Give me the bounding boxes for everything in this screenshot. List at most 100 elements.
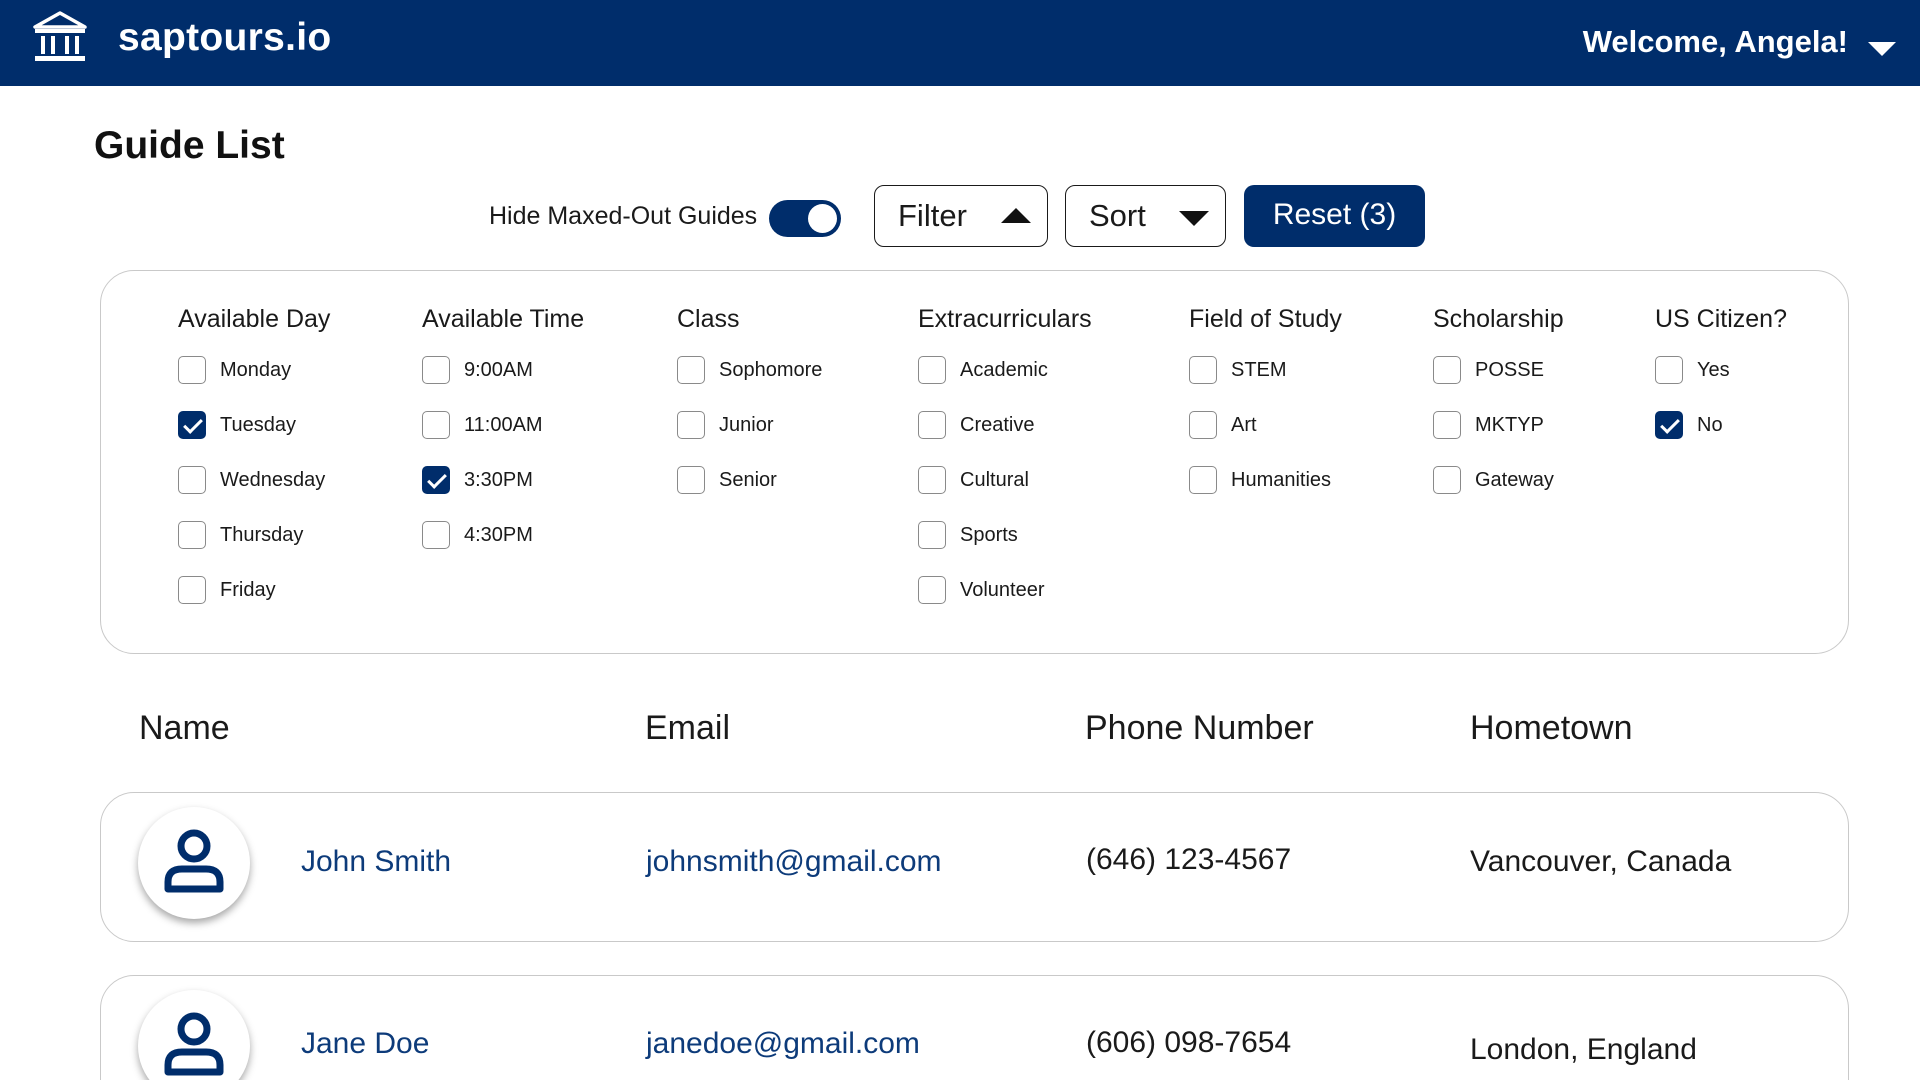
checkbox[interactable] [1655,411,1683,439]
filter-option[interactable]: STEM [1189,356,1342,411]
checkbox[interactable] [178,521,206,549]
filter-group-field-of-study: Field of Study STEM Art Humanities [1189,305,1342,521]
column-header-phone[interactable]: Phone Number [1085,709,1314,748]
table-row[interactable]: Jane Doe janedoe@gmail.com (606) 098-765… [100,975,1849,1080]
filter-option[interactable]: Cultural [918,466,1092,521]
option-label: No [1697,414,1723,436]
checkbox[interactable] [1189,466,1217,494]
brand-name[interactable]: saptours.io [118,16,332,60]
filter-option[interactable]: Monday [178,356,330,411]
checkbox[interactable] [422,356,450,384]
checkbox[interactable] [178,576,206,604]
welcome-user-menu[interactable]: Welcome, Angela! [1583,24,1848,60]
filter-option[interactable]: MKTYP [1433,411,1564,466]
checkbox[interactable] [422,466,450,494]
checkbox[interactable] [677,356,705,384]
checkbox[interactable] [178,411,206,439]
guide-hometown: London, England [1470,1033,1697,1066]
filter-option[interactable]: Tuesday [178,411,330,466]
guide-name-link[interactable]: John Smith [301,845,451,879]
sort-dropdown[interactable]: Sort [1065,185,1226,247]
option-label: Cultural [960,469,1029,491]
column-header-name[interactable]: Name [139,709,230,748]
checkbox[interactable] [677,411,705,439]
checkbox[interactable] [918,411,946,439]
filter-dropdown[interactable]: Filter [874,185,1048,247]
avatar[interactable] [138,807,250,919]
filter-option[interactable]: Wednesday [178,466,330,521]
option-label: POSSE [1475,359,1544,381]
filter-option[interactable]: Gateway [1433,466,1564,521]
filter-option[interactable]: Senior [677,466,777,521]
filter-option[interactable]: Thursday [178,521,330,576]
checkbox[interactable] [1433,466,1461,494]
avatar[interactable] [138,990,250,1080]
checkbox[interactable] [422,411,450,439]
chevron-down-icon[interactable] [1868,42,1896,56]
filter-option[interactable]: Creative [918,411,1092,466]
filter-option[interactable]: Friday [178,576,330,631]
checkbox[interactable] [918,356,946,384]
option-label: Gateway [1475,469,1554,491]
option-label: Yes [1697,359,1730,381]
filter-group-title: Scholarship [1433,305,1564,333]
checkbox[interactable] [918,576,946,604]
filter-option[interactable]: Yes [1655,356,1787,411]
filter-option[interactable]: 3:30PM [422,466,584,521]
option-label: Junior [719,414,774,436]
checkbox[interactable] [1189,356,1217,384]
checkbox[interactable] [1433,411,1461,439]
column-header-hometown[interactable]: Hometown [1470,709,1633,748]
table-row[interactable]: John Smith johnsmith@gmail.com (646) 123… [100,792,1849,942]
filter-option[interactable]: Volunteer [918,576,1092,631]
reset-button[interactable]: Reset (3) [1244,185,1425,247]
guide-name-link[interactable]: Jane Doe [301,1027,429,1061]
checkbox[interactable] [178,356,206,384]
guide-email-link[interactable]: janedoe@gmail.com [646,1027,920,1061]
column-header-email[interactable]: Email [645,709,730,748]
toggle-knob [808,204,837,233]
guide-phone: (606) 098-7654 [1086,1026,1292,1059]
hide-maxed-toggle[interactable] [769,200,841,237]
filter-option[interactable]: 4:30PM [422,521,584,576]
filter-group-extracurriculars: Extracurriculars Academic Creative Cultu… [918,305,1092,631]
filter-group-class: Class Sophomore Junior Senior [677,305,822,521]
filter-group-title: Field of Study [1189,305,1342,333]
filter-option[interactable]: Art [1189,411,1342,466]
checkbox[interactable] [422,521,450,549]
checkbox[interactable] [677,466,705,494]
filter-option[interactable]: Academic [918,356,1092,411]
option-label: Sophomore [719,359,823,381]
user-icon [164,1012,224,1076]
filter-group-available-time: Available Time 9:00AM 11:00AM 3:30PM 4:3… [422,305,584,576]
caret-down-icon [1179,211,1209,226]
guide-email-link[interactable]: johnsmith@gmail.com [646,845,942,879]
checkbox[interactable] [1655,356,1683,384]
filter-option[interactable]: Sports [918,521,1092,576]
museum-icon[interactable] [32,10,88,64]
option-label: Wednesday [220,469,326,491]
filter-group-title: US Citizen? [1655,305,1787,333]
option-label: Sports [960,524,1018,546]
option-label: STEM [1231,359,1287,381]
option-label: 3:30PM [464,469,533,491]
checkbox[interactable] [1433,356,1461,384]
filter-option[interactable]: Sophomore [677,356,822,411]
checkbox[interactable] [918,521,946,549]
filter-option[interactable]: No [1655,411,1787,466]
option-label: Creative [960,414,1035,436]
checkbox[interactable] [1189,411,1217,439]
filter-option[interactable]: POSSE [1433,356,1564,411]
filter-option[interactable]: Humanities [1189,466,1342,521]
option-label: Volunteer [960,579,1045,601]
checkbox[interactable] [178,466,206,494]
filter-group-title: Class [677,305,740,333]
caret-up-icon [1001,208,1031,223]
filter-option[interactable]: Junior [677,411,773,466]
option-label: Senior [719,469,777,491]
filter-option[interactable]: 9:00AM [422,356,584,411]
hide-maxed-label: Hide Maxed-Out Guides [489,202,758,230]
checkbox[interactable] [918,466,946,494]
filter-group-us-citizen: US Citizen? Yes No [1655,305,1787,466]
filter-option[interactable]: 11:00AM [422,411,584,466]
